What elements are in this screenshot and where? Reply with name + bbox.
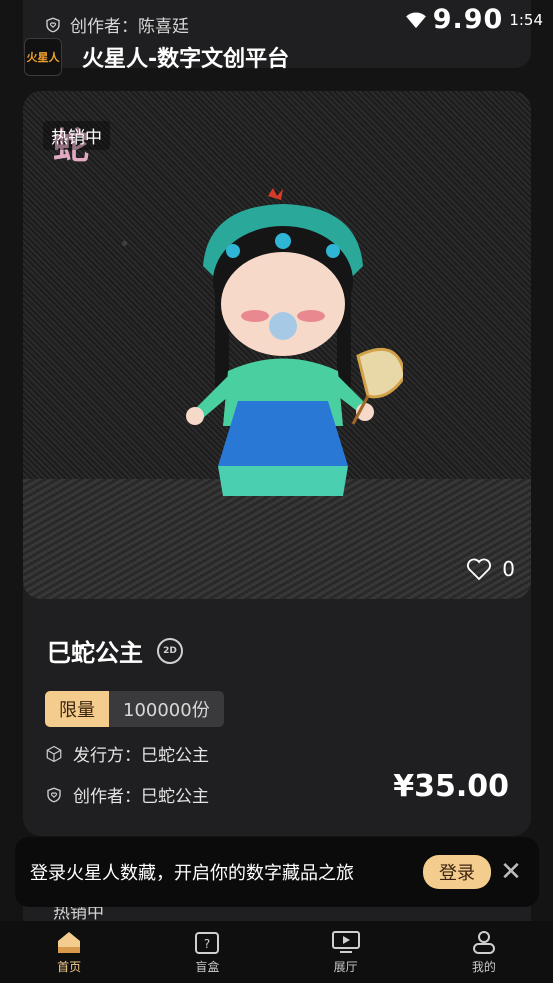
tab-blind-box-label: 盲盒 bbox=[195, 960, 220, 974]
login-button[interactable]: 登录 bbox=[423, 855, 491, 889]
2d-badge-icon: 2D bbox=[157, 637, 183, 664]
status-overlay-value: 9.90 bbox=[432, 4, 504, 35]
previous-creator-row: 创作者：陈喜廷 bbox=[44, 12, 189, 37]
price: ¥35.00 bbox=[393, 769, 509, 804]
status-bar: 9.90 1:54 bbox=[405, 4, 543, 35]
exhibition-icon bbox=[331, 929, 361, 955]
limit-tag: 限量 bbox=[45, 691, 109, 727]
tab-home-label: 首页 bbox=[57, 960, 82, 974]
tab-exhibition-label: 展厅 bbox=[333, 960, 358, 974]
bottom-tab-bar: 首页 ? 盲盒 展厅 我的 bbox=[0, 921, 553, 983]
like-button[interactable]: 0 bbox=[466, 557, 515, 581]
close-icon[interactable]: ✕ bbox=[491, 857, 531, 887]
login-toast: 登录火星人数藏，开启你的数字藏品之旅 登录 ✕ bbox=[15, 837, 539, 907]
limit-row: 限量 100000份 bbox=[45, 691, 224, 727]
product-title-row: 巳蛇公主 2D bbox=[47, 633, 183, 668]
tab-profile[interactable]: 我的 bbox=[415, 921, 553, 983]
login-toast-text: 登录火星人数藏，开启你的数字藏品之旅 bbox=[30, 863, 354, 884]
hot-badge: 热销中 bbox=[43, 121, 110, 150]
tab-profile-label: 我的 bbox=[471, 960, 496, 974]
app-title: 火星人-数字文创平台 bbox=[82, 47, 290, 72]
figurine-illustration bbox=[186, 188, 403, 496]
creator-label: 创作者：巳蛇公主 bbox=[73, 787, 209, 807]
heart-icon bbox=[466, 557, 492, 581]
shield-heart-icon bbox=[45, 786, 63, 804]
limit-count: 100000份 bbox=[109, 691, 224, 727]
tab-exhibition[interactable]: 展厅 bbox=[277, 921, 415, 983]
product-image[interactable]: 蛇 热销中 0 bbox=[23, 91, 531, 599]
tab-home[interactable]: 首页 bbox=[0, 921, 138, 983]
home-icon bbox=[55, 929, 83, 955]
svg-text:?: ? bbox=[204, 937, 210, 951]
previous-creator-label: 创作者：陈喜廷 bbox=[70, 17, 189, 37]
profile-icon bbox=[470, 929, 498, 955]
status-time: 1:54 bbox=[509, 10, 543, 29]
like-count: 0 bbox=[502, 557, 515, 581]
shield-heart-icon bbox=[44, 16, 62, 34]
wifi-icon bbox=[405, 11, 427, 29]
cube-icon bbox=[45, 745, 63, 763]
tab-blind-box[interactable]: ? 盲盒 bbox=[138, 921, 276, 983]
app-logo: 火星人 bbox=[24, 38, 62, 76]
creator-row: 创作者：巳蛇公主 bbox=[45, 782, 209, 807]
blind-box-icon: ? bbox=[193, 929, 221, 955]
issuer-row: 发行方：巳蛇公主 bbox=[45, 741, 209, 766]
product-card[interactable]: 蛇 热销中 0 巳蛇公主 2D 限量 100000份 发行方：巳蛇公主 创作者：… bbox=[23, 91, 531, 836]
product-title: 巳蛇公主 bbox=[47, 639, 143, 667]
issuer-label: 发行方：巳蛇公主 bbox=[73, 746, 209, 766]
app-header: 火星人 火星人-数字文创平台 bbox=[24, 38, 289, 76]
